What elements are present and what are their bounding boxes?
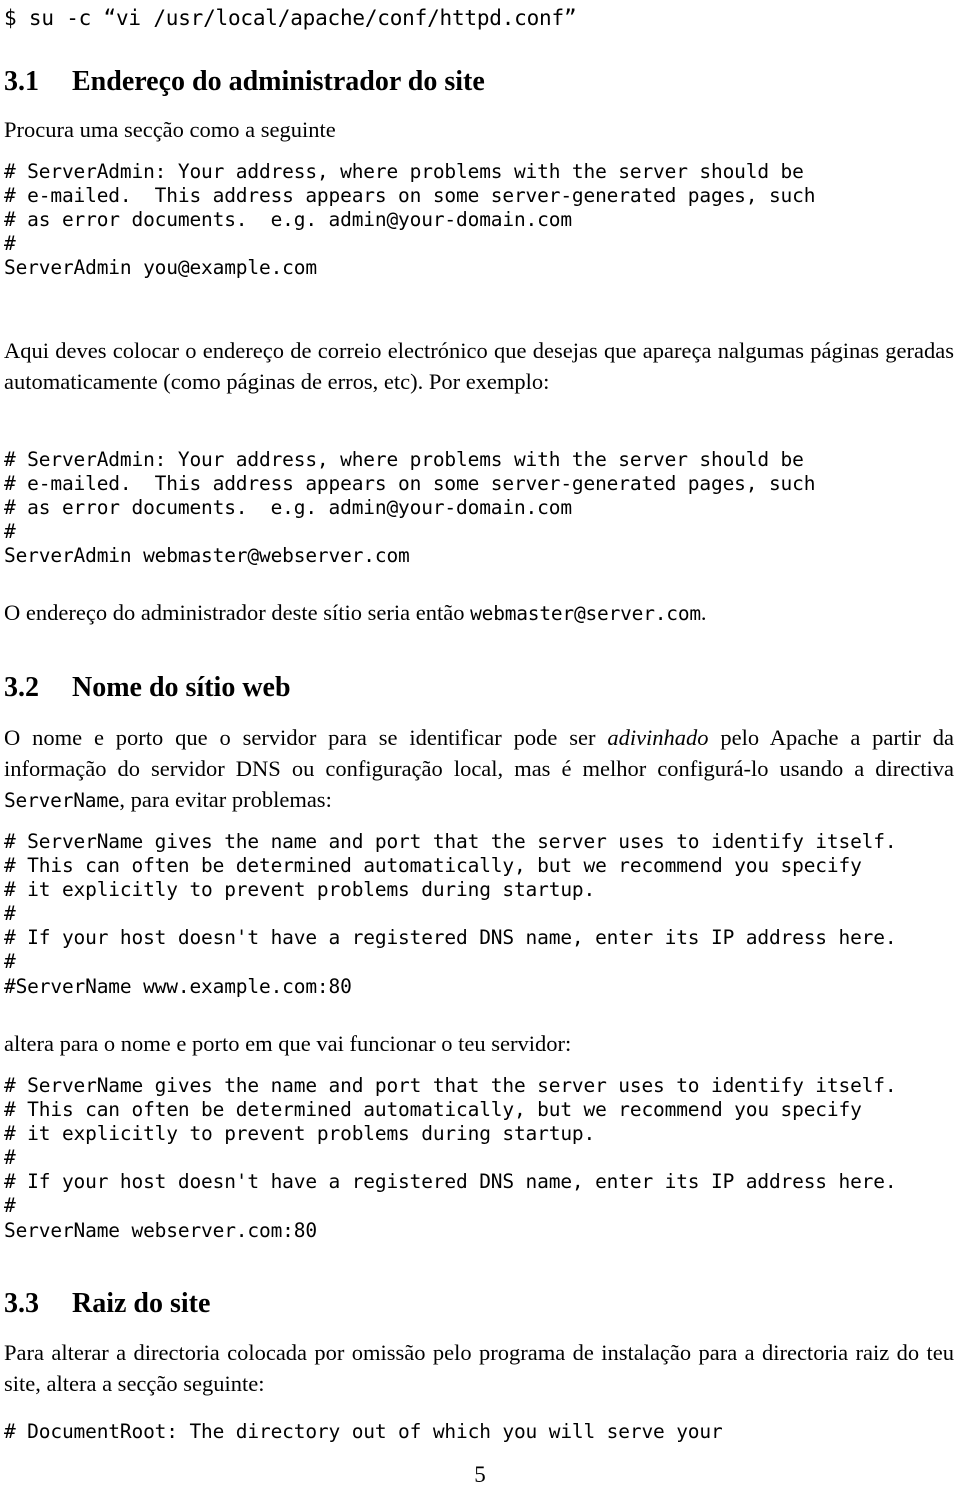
section-3-1-paragraph: Aqui deves colocar o endereço de correio… xyxy=(4,338,954,394)
section-3-1-closing: O endereço do administrador deste sítio … xyxy=(4,597,954,629)
section-3-3-paragraph: Para alterar a directoria colocada por o… xyxy=(4,1340,954,1396)
code-block-servername-default: # ServerName gives the name and port tha… xyxy=(4,830,897,998)
closing-inline-code-email: webmaster@server.com xyxy=(470,602,701,625)
paragraph-emphasis-adivinhado: adivinhado xyxy=(607,725,709,750)
code-block-serveradmin-edited: # ServerAdmin: Your address, where probl… xyxy=(4,448,816,568)
section-heading-3-2: 3.2 Nome do sítio web xyxy=(4,672,291,704)
document-page: $ su -c “vi /usr/local/apache/conf/httpd… xyxy=(0,0,960,1505)
section-title-3-1: Endereço do administrador do site xyxy=(72,66,485,97)
section-3-2-paragraph: O nome e porto que o servidor para se id… xyxy=(4,722,954,816)
page-number-footer: 5 xyxy=(474,1462,486,1487)
section-number-3-3: 3.3 xyxy=(4,1288,39,1319)
section-3-1-intro: Procura uma secção como a seguinte xyxy=(4,117,336,142)
section-title-3-3: Raiz do site xyxy=(72,1288,211,1319)
paragraph-text-part3: , para evitar problemas: xyxy=(119,787,332,812)
inline-code-servername: ServerName xyxy=(4,789,120,812)
section-number-3-1: 3.1 xyxy=(4,66,39,97)
code-block-serveradmin-default: # ServerAdmin: Your address, where probl… xyxy=(4,160,816,280)
section-3-2-middle-text: altera para o nome e porto em que vai fu… xyxy=(4,1031,572,1056)
section-heading-3-1: 3.1 Endereço do administrador do site xyxy=(4,66,485,98)
shell-command-line: $ su -c “vi /usr/local/apache/conf/httpd… xyxy=(4,6,577,30)
paragraph-text-part1: O nome e porto que o servidor para se id… xyxy=(4,725,608,750)
closing-suffix-text: . xyxy=(700,600,707,625)
code-block-documentroot: # DocumentRoot: The directory out of whi… xyxy=(4,1420,723,1443)
section-heading-3-3: 3.3 Raiz do site xyxy=(4,1288,210,1320)
section-number-3-2: 3.2 xyxy=(4,672,39,703)
code-block-servername-edited: # ServerName gives the name and port tha… xyxy=(4,1074,897,1242)
closing-prefix-text: O endereço do administrador deste sítio … xyxy=(4,600,471,625)
section-title-3-2: Nome do sítio web xyxy=(72,672,291,703)
